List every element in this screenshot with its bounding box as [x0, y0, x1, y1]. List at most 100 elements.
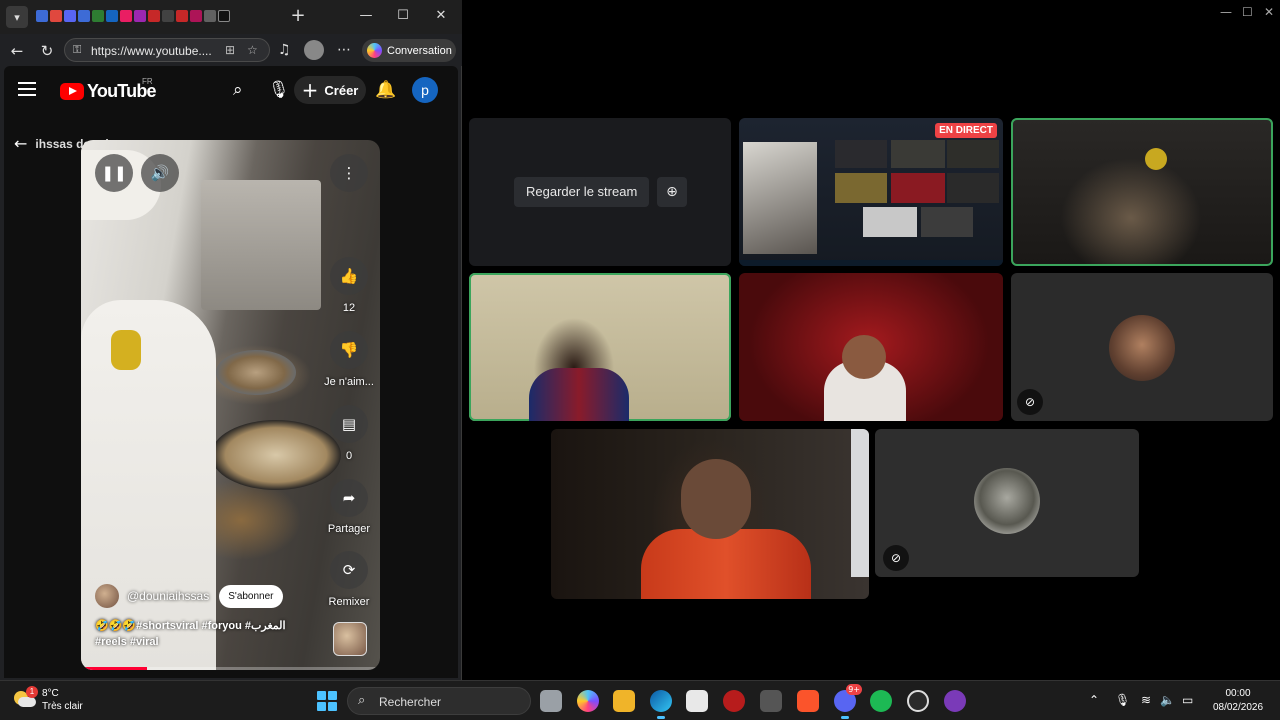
participant-video-tile[interactable]: [551, 429, 869, 599]
tab-favicon[interactable]: [36, 10, 48, 22]
back-icon[interactable]: ←: [7, 41, 27, 61]
tab-favicon[interactable]: [148, 10, 160, 22]
tab-list-button[interactable]: ▾: [6, 6, 28, 28]
tab-favicon[interactable]: [92, 10, 104, 22]
participant-avatar-tile[interactable]: ⊘: [875, 429, 1139, 577]
favorite-star-icon[interactable]: ☆: [247, 43, 258, 57]
weather-widget[interactable]: 1 8°C Très clair: [14, 686, 83, 713]
refresh-icon[interactable]: ↻: [37, 41, 57, 61]
channel-avatar[interactable]: [95, 584, 119, 608]
video-progress-bar[interactable]: [81, 667, 380, 670]
tab-favicon[interactable]: [120, 10, 132, 22]
file-explorer-icon[interactable]: [613, 690, 635, 712]
copilot-label: Conversation: [387, 44, 452, 57]
profile-avatar-icon[interactable]: [304, 40, 324, 60]
video-frame-jacket: [641, 529, 811, 599]
notifications-bell-icon[interactable]: 🔔: [375, 80, 396, 100]
create-button[interactable]: + Créer: [294, 76, 366, 104]
comments-icon[interactable]: ▤: [330, 405, 368, 443]
minimize-button[interactable]: —: [356, 8, 376, 26]
microphone-tray-icon[interactable]: 🎙: [1115, 693, 1130, 707]
obs-icon[interactable]: [907, 690, 929, 712]
dislike-icon[interactable]: 👎: [330, 331, 368, 369]
edge-browser-icon[interactable]: [650, 690, 672, 719]
stream-tile-hidden[interactable]: Regarder le stream ⊕: [469, 118, 731, 266]
channel-handle[interactable]: @douniaihssas: [127, 589, 209, 603]
tab-favicon[interactable]: [176, 10, 188, 22]
call-maximize-button[interactable]: ☐: [1242, 5, 1253, 19]
account-avatar[interactable]: p: [412, 77, 438, 103]
battery-icon[interactable]: ▭: [1182, 693, 1193, 707]
media-control-icon[interactable]: ♫: [278, 42, 291, 58]
app-available-icon[interactable]: ⊞: [225, 43, 235, 57]
call-minimize-button[interactable]: —: [1220, 5, 1232, 19]
tab-favicon[interactable]: [204, 10, 216, 22]
chat-app-icon[interactable]: [944, 690, 966, 712]
maximize-button[interactable]: ☐: [393, 8, 413, 26]
store-icon[interactable]: [686, 690, 708, 712]
clock[interactable]: 00:00 08/02/2026: [1206, 687, 1270, 715]
show-hidden-icons-chevron-icon[interactable]: ⌃: [1089, 693, 1099, 707]
brave-browser-icon[interactable]: [797, 690, 819, 712]
copilot-button[interactable]: Conversation: [362, 39, 456, 62]
more-options-icon[interactable]: ⋯: [337, 42, 351, 58]
tab-favicon[interactable]: [78, 10, 90, 22]
spotify-icon[interactable]: [870, 690, 892, 712]
app-icon-red[interactable]: [723, 690, 745, 712]
search-icon[interactable]: ⌕: [233, 80, 243, 100]
volume-icon[interactable]: 🔊: [141, 154, 179, 192]
windows-start-icon[interactable]: [317, 691, 337, 711]
participant-video-tile[interactable]: [739, 273, 1003, 421]
address-text[interactable]: https://www.youtube....: [91, 44, 212, 58]
tab-favicon[interactable]: [50, 10, 62, 22]
weather-description: Très clair: [42, 701, 83, 712]
remix-icon[interactable]: ⟳: [330, 551, 368, 589]
video-frame-person: [81, 300, 216, 670]
app-icon-gray[interactable]: [760, 690, 782, 712]
video-call-area: — ☐ ✕ Regarder le stream ⊕ EN DIRECT ⊘ ⊘: [463, 0, 1280, 680]
discord-icon[interactable]: 9+: [834, 684, 862, 719]
copilot-app-icon[interactable]: [577, 690, 599, 712]
participant-video-tile[interactable]: [469, 273, 731, 421]
copilot-icon: [367, 43, 382, 58]
tab-favicon[interactable]: [190, 10, 202, 22]
pause-icon[interactable]: ❚❚: [95, 154, 133, 192]
camera-off-icon: ⊘: [1017, 389, 1043, 415]
site-info-icon[interactable]: ⚿: [73, 43, 81, 57]
call-close-button[interactable]: ✕: [1264, 5, 1274, 19]
menu-icon[interactable]: [18, 82, 36, 96]
video-frame-face: [681, 459, 751, 539]
new-tab-button[interactable]: +: [288, 7, 308, 27]
video-frame-edge: [851, 429, 869, 577]
tab-bar: ▾ + — ☐ ✕: [0, 0, 462, 34]
tab-favicon-tiktok[interactable]: [218, 10, 230, 22]
sound-thumbnail[interactable]: [333, 622, 367, 656]
more-vertical-icon[interactable]: ⋮: [330, 154, 368, 192]
task-view-icon[interactable]: [540, 690, 562, 712]
tab-favicon[interactable]: [106, 10, 118, 22]
tab-favicon[interactable]: [64, 10, 76, 22]
short-video-player[interactable]: ❚❚ 🔊 ⋮ 👍 12 👎 Je n'aim... ▤ 0 ➦ Partager…: [81, 140, 380, 670]
watch-stream-popout-icon[interactable]: ⊕: [657, 177, 687, 207]
taskbar-search[interactable]: ⌕ Rechercher: [347, 687, 531, 715]
browser-window: ▾ + — ☐ ✕ ← ↻ ⚿ https://www.youtube....: [0, 0, 462, 680]
participant-video-tile[interactable]: [1011, 118, 1273, 266]
video-frame-pot: [216, 350, 296, 395]
video-caption[interactable]: 🤣🤣🤣#shortsviral #foryou #المغرب #reels #…: [95, 618, 315, 650]
stream-tile-live[interactable]: EN DIRECT: [739, 118, 1003, 266]
watch-stream-button[interactable]: Regarder le stream: [514, 177, 650, 207]
participant-avatar-tile[interactable]: ⊘: [1011, 273, 1273, 421]
youtube-page: YouTube FR ⌕ 🎙 + Créer 🔔 p ← ihssas doun…: [4, 66, 458, 678]
address-bar[interactable]: ⚿ https://www.youtube.... ⊞ ☆: [64, 38, 270, 62]
speaker-icon[interactable]: 🔈: [1160, 693, 1175, 707]
youtube-logo[interactable]: YouTube FR: [60, 77, 157, 102]
tab-favicon[interactable]: [162, 10, 174, 22]
close-window-button[interactable]: ✕: [431, 8, 451, 26]
wifi-icon[interactable]: ≋: [1141, 693, 1151, 707]
subscribe-button[interactable]: S'abonner: [219, 584, 283, 608]
like-icon[interactable]: 👍: [330, 257, 368, 295]
microphone-icon[interactable]: 🎙: [268, 80, 290, 100]
tab-favicon[interactable]: [134, 10, 146, 22]
back-arrow-icon[interactable]: ←: [14, 134, 27, 153]
share-icon[interactable]: ➦: [330, 479, 368, 517]
